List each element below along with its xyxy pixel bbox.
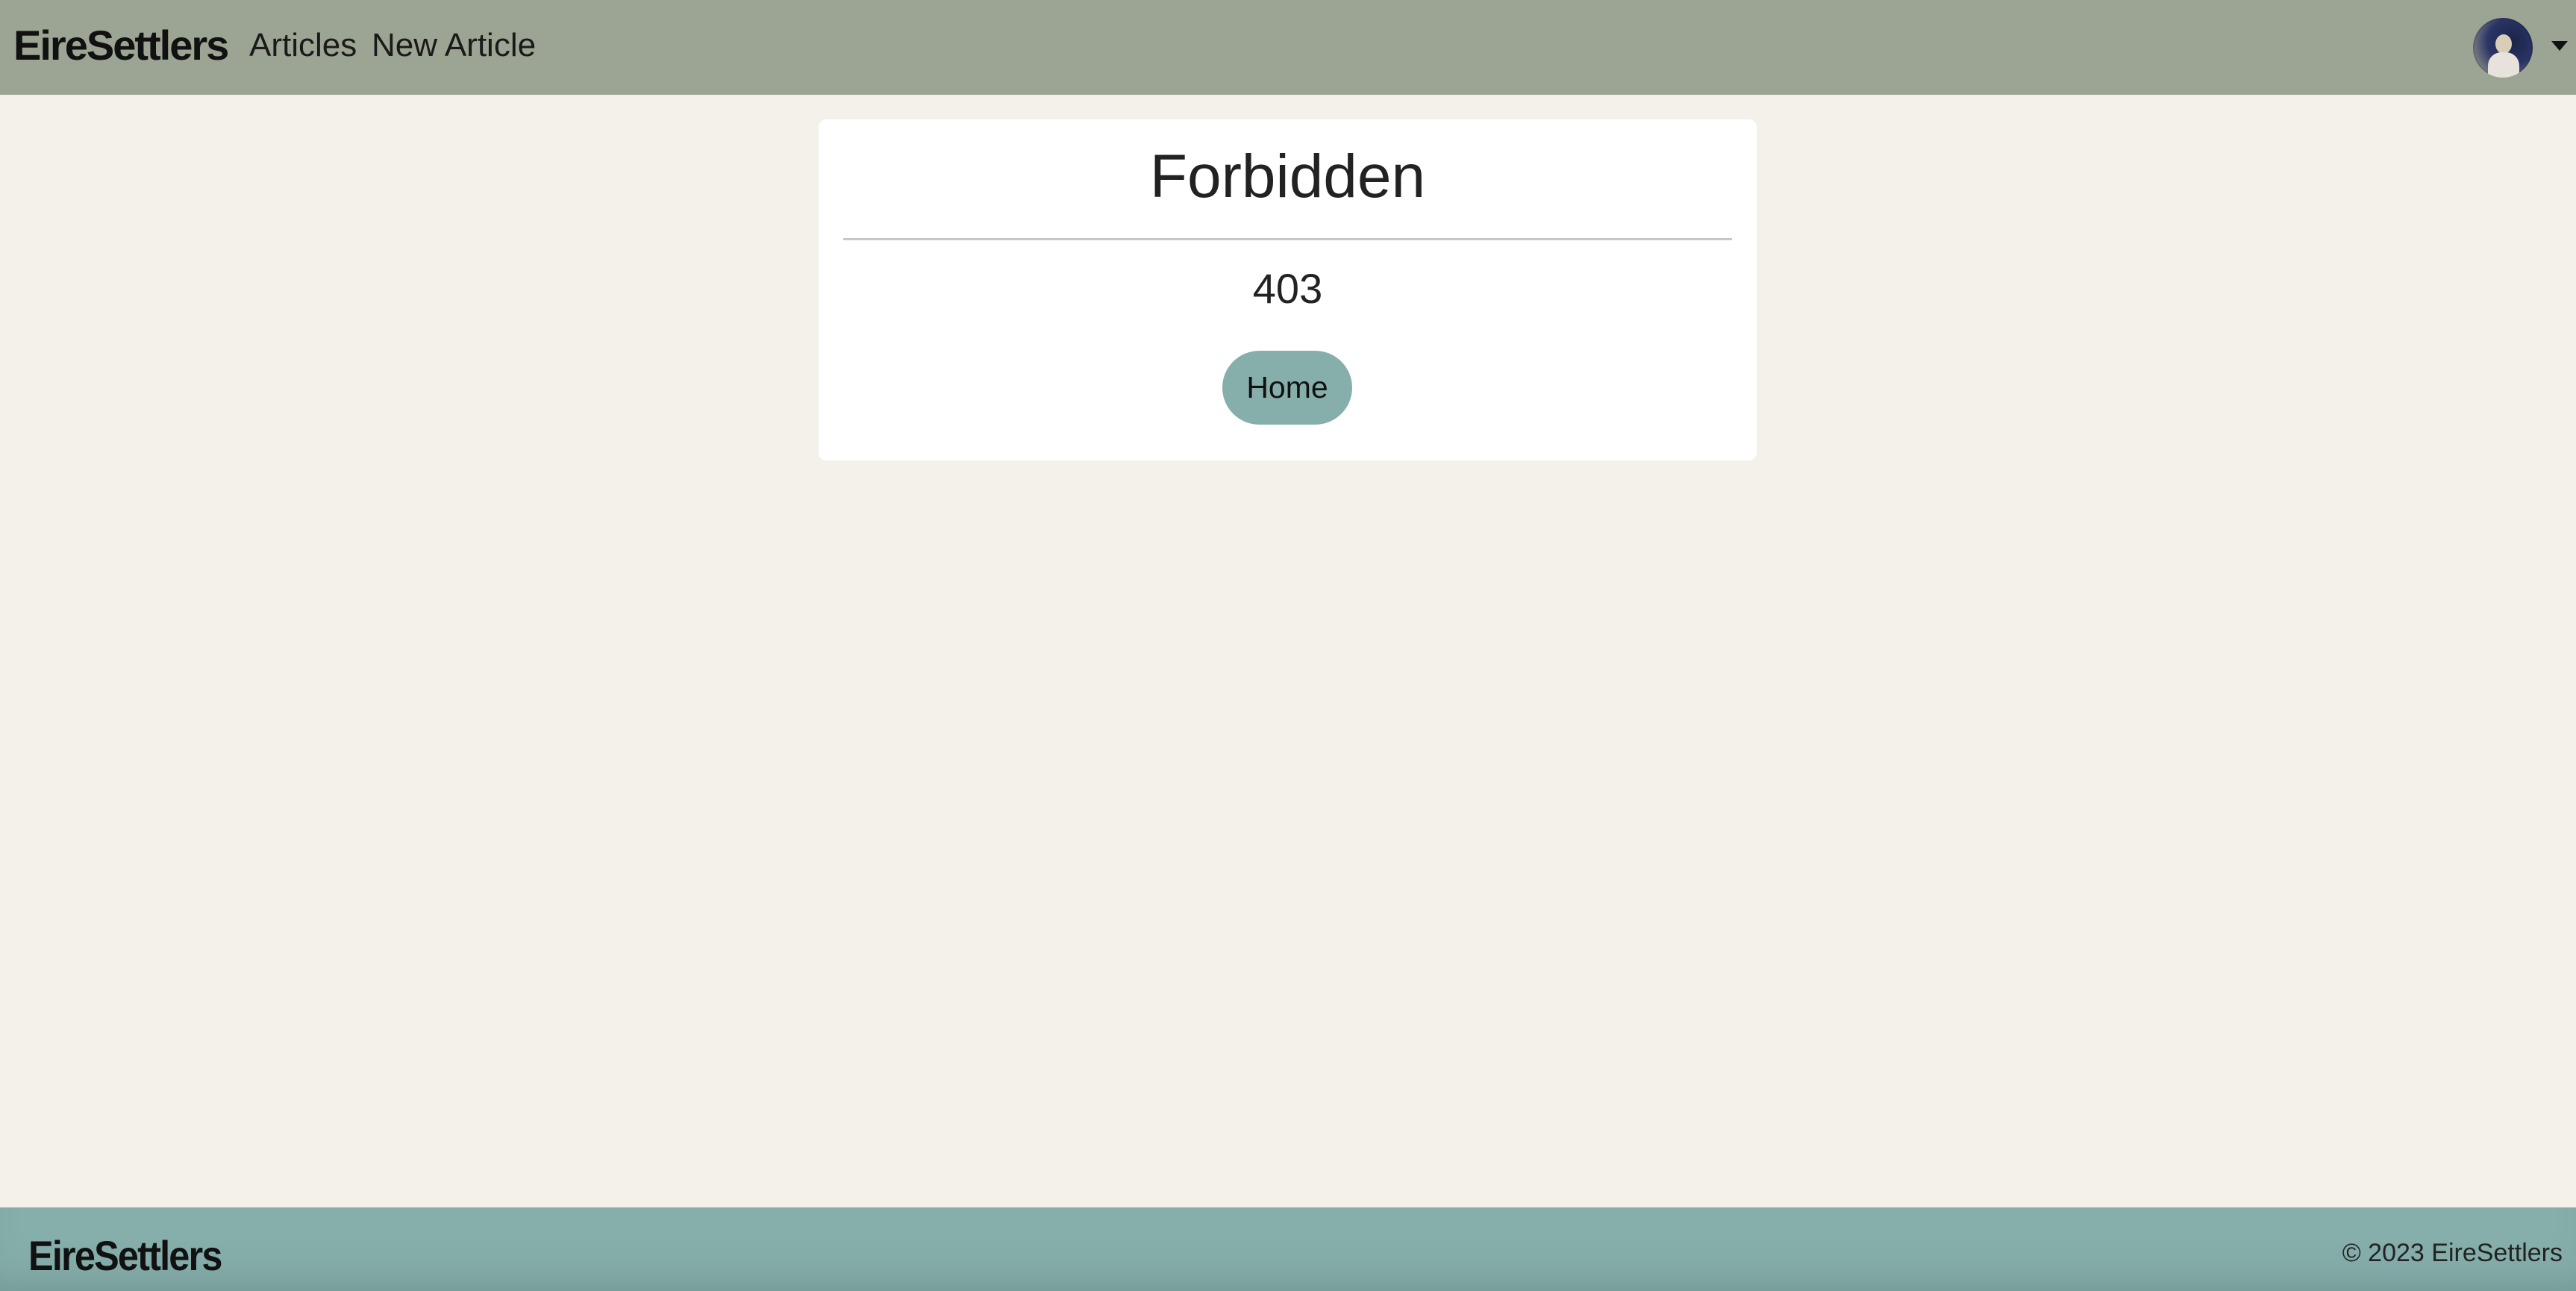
avatar-head-shape [2495, 34, 2512, 54]
copyright-text: © 2023 EireSettlers [2342, 1239, 2563, 1267]
top-navbar: EireSettlers Articles New Article [0, 0, 2576, 95]
nav-link-new-article[interactable]: New Article [372, 27, 536, 64]
brand-logo-text: EireSettlers [13, 22, 229, 69]
page-title: Forbidden [1149, 143, 1426, 210]
caret-down-icon[interactable] [2551, 41, 2568, 51]
home-button[interactable]: Home [1222, 351, 1352, 425]
error-code: 403 [1252, 265, 1323, 312]
nav-link-articles[interactable]: Articles [249, 27, 357, 64]
avatar-body-shape [2488, 52, 2519, 78]
footer: EireSettlers © 2023 EireSettlers [0, 1207, 2576, 1291]
footer-brand: EireSettlers [28, 1232, 222, 1279]
brand-link[interactable]: EireSettlers [0, 21, 229, 69]
error-card: Forbidden 403 Home [819, 119, 1757, 460]
user-avatar[interactable] [2473, 18, 2533, 78]
divider [843, 238, 1732, 240]
